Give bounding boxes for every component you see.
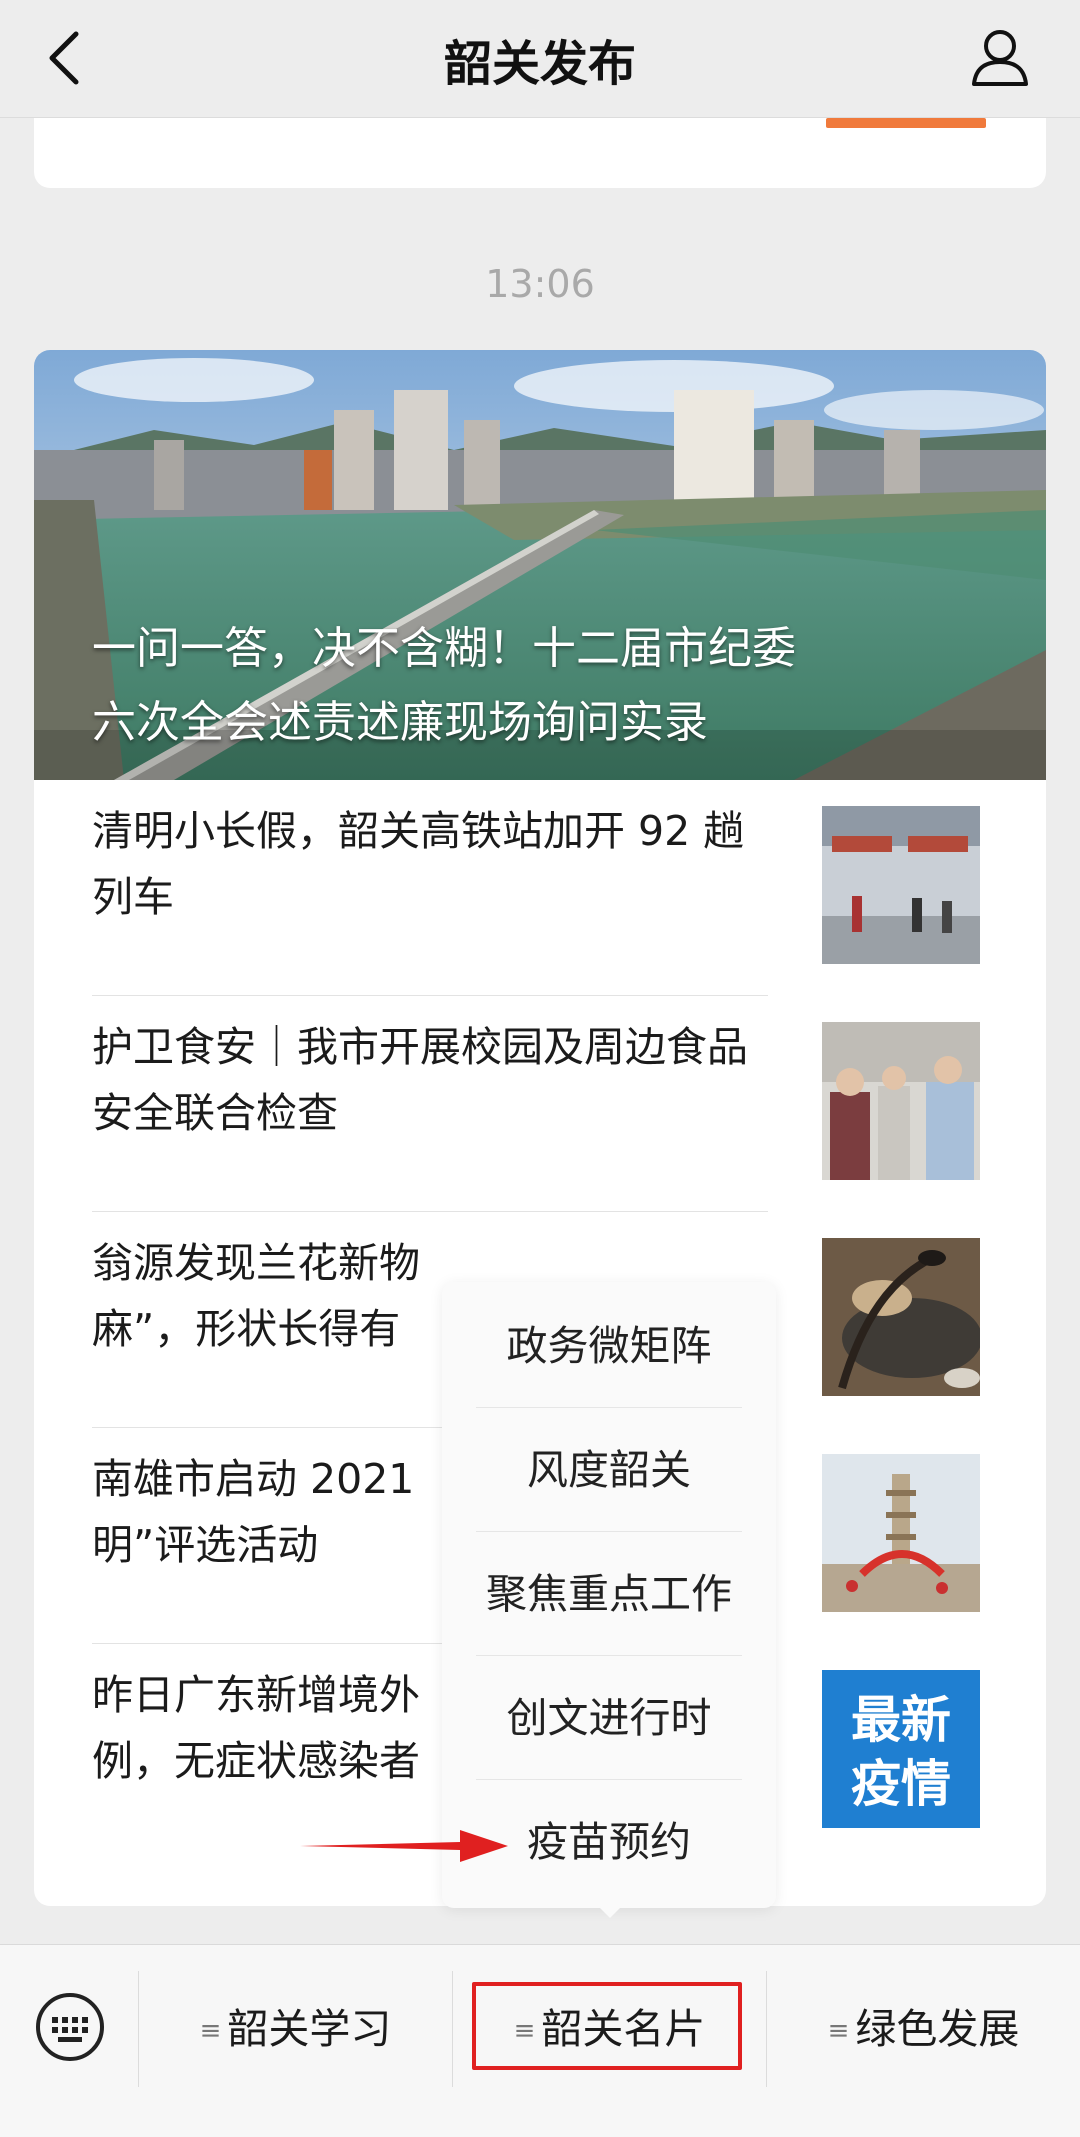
cover-article[interactable]: 一问一答，决不含糊！十二届市纪委 六次全会述责述廉现场询问实录 (34, 350, 1046, 780)
menu-button-green-development[interactable]: ≡ 绿色发展 (767, 1971, 1080, 2087)
list-item[interactable]: 清明小长假，韶关高铁站加开 92 趟列车 (92, 780, 980, 996)
article-thumbnail (822, 1238, 980, 1396)
thumbnail-badge-text: 最新 疫情 (851, 1691, 951, 1813)
page-title: 韶关发布 (443, 36, 636, 92)
keyboard-toggle-button[interactable] (34, 1991, 106, 2063)
message-timestamp: 13:06 (485, 262, 595, 306)
cover-title: 一问一答，决不含糊！十二届市纪委 六次全会述责述廉现场询问实录 (92, 623, 796, 748)
submenu-item-civilization[interactable]: 创文进行时 (442, 1656, 776, 1780)
article-title: 护卫食安｜我市开展校园及周边食品安全联合检查 (92, 1023, 748, 1137)
article-thumbnail (822, 806, 980, 964)
previous-thumbnail-edge (826, 118, 986, 128)
menu-lines-icon: ≡ (827, 2016, 850, 2046)
submenu-popup: 政务微矩阵 风度韶关 聚焦重点工作 创文进行时 疫苗预约 (442, 1282, 776, 1908)
highlight-box (472, 1982, 742, 2070)
article-title: 清明小长假，韶关高铁站加开 92 趟列车 (92, 807, 745, 921)
submenu-item-government-matrix[interactable]: 政务微矩阵 (442, 1284, 776, 1408)
previous-message-card[interactable] (34, 118, 1046, 188)
keyboard-icon (36, 1993, 104, 2061)
profile-button[interactable] (968, 24, 1032, 88)
annotation-arrow-icon (300, 1830, 508, 1862)
list-item[interactable]: 护卫食安｜我市开展校园及周边食品安全联合检查 (92, 996, 980, 1212)
menu-lines-icon: ≡ (199, 2016, 222, 2046)
article-thumbnail: 最新 疫情 (822, 1670, 980, 1828)
menu-button-shaoguan-study[interactable]: ≡ 韶关学习 (139, 1971, 452, 2087)
article-thumbnail (822, 1454, 980, 1612)
user-icon (972, 30, 1028, 86)
top-navigation-bar: 韶关发布 (0, 0, 1080, 118)
submenu-item-fengdu-shaoguan[interactable]: 风度韶关 (442, 1408, 776, 1532)
popup-pointer (596, 1904, 624, 1918)
submenu-item-key-work[interactable]: 聚焦重点工作 (442, 1532, 776, 1656)
article-thumbnail (822, 1022, 980, 1180)
